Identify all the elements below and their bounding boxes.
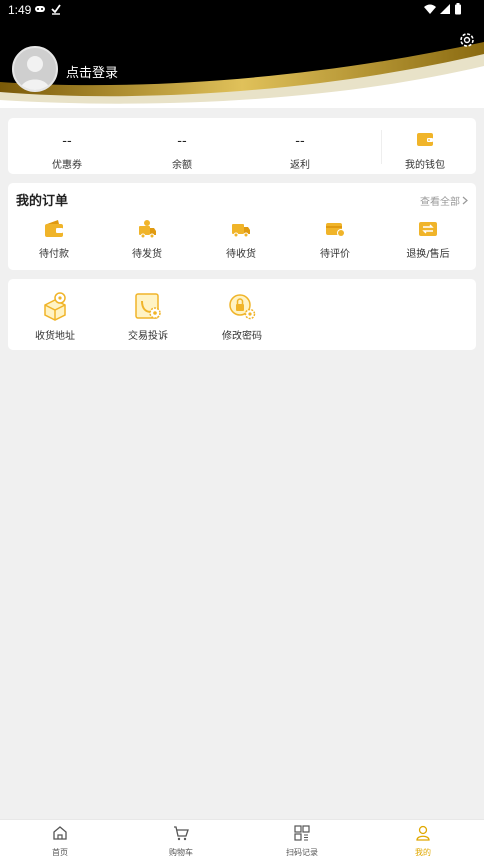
- check-icon: [51, 4, 61, 15]
- chevron-right-icon: [462, 196, 468, 205]
- shipping-address-label: 收货地址: [35, 331, 75, 342]
- tab-mine-label: 我的: [415, 848, 431, 857]
- order-pending-receipt-label: 待收货: [226, 249, 256, 260]
- address-icon: [44, 292, 66, 321]
- battery-icon: [455, 3, 461, 15]
- shipping-address-button[interactable]: 收货地址: [20, 289, 90, 345]
- rebate-label: 返利: [290, 160, 310, 171]
- delivery-icon: [139, 220, 156, 239]
- order-pending-payment-label: 待付款: [39, 249, 69, 260]
- tab-home[interactable]: 首页: [15, 820, 105, 860]
- user-icon: [416, 825, 430, 841]
- order-pending-payment[interactable]: 待付款: [18, 217, 90, 261]
- order-after-sales[interactable]: 退换/售后: [392, 217, 464, 261]
- coupon-stat[interactable]: -- 优惠券: [27, 118, 107, 174]
- tab-cart[interactable]: 购物车: [136, 820, 226, 860]
- order-pending-review-label: 待评价: [320, 249, 350, 260]
- review-icon: [326, 223, 345, 237]
- order-pending-shipment-label: 待发货: [132, 249, 162, 260]
- wifi-icon: [424, 4, 436, 14]
- login-link[interactable]: 点击登录: [66, 62, 118, 81]
- balance-value: --: [177, 134, 187, 149]
- exchange-icon: [419, 222, 437, 236]
- wallet-icon: [417, 133, 433, 146]
- bottom-tab-bar: 首页 购物车 扫码记录 我的: [0, 819, 484, 860]
- transaction-complaint-button[interactable]: 交易投诉: [113, 289, 183, 345]
- order-pending-shipment[interactable]: 待发货: [111, 217, 183, 261]
- rebate-stat[interactable]: -- 返利: [260, 118, 340, 174]
- balance-stat[interactable]: -- 余额: [142, 118, 222, 174]
- services-card: 收货地址 交易投诉 修改密码: [8, 279, 476, 350]
- avatar[interactable]: [12, 46, 58, 92]
- complaint-icon: [135, 293, 161, 319]
- wallet-icon: [45, 220, 63, 237]
- tab-scan-record-label: 扫码记录: [286, 848, 318, 857]
- coupon-label: 优惠券: [52, 160, 82, 171]
- view-all-label: 查看全部: [420, 197, 460, 208]
- coupon-value: --: [62, 134, 72, 149]
- profile-header: 点击登录: [0, 20, 484, 108]
- gamepad-icon: [35, 6, 45, 12]
- my-wallet-button[interactable]: 我的钱包: [390, 118, 460, 174]
- password-icon: [229, 294, 256, 320]
- default-avatar-icon: [20, 56, 50, 90]
- wallet-label: 我的钱包: [405, 160, 445, 171]
- rebate-value: --: [295, 134, 305, 149]
- change-password-button[interactable]: 修改密码: [207, 289, 277, 345]
- view-all-orders-link[interactable]: 查看全部: [420, 193, 468, 208]
- status-bar: 1:49: [0, 0, 484, 20]
- tab-home-label: 首页: [52, 848, 68, 857]
- tab-mine[interactable]: 我的: [378, 820, 468, 860]
- home-icon: [53, 826, 67, 840]
- my-orders-card: 我的订单 查看全部 待付款 待发货 待收货 待评价 退换/售后: [8, 183, 476, 270]
- cart-icon: [174, 826, 189, 841]
- truck-icon: [232, 224, 250, 238]
- scan-record-icon: [294, 825, 310, 841]
- account-stats-card: -- 优惠券 -- 余额 -- 返利 我的钱包: [8, 118, 476, 174]
- settings-button[interactable]: [458, 31, 476, 49]
- orders-title: 我的订单: [16, 194, 69, 209]
- change-password-label: 修改密码: [222, 331, 262, 342]
- balance-label: 余额: [172, 160, 192, 171]
- gear-icon: [460, 33, 474, 47]
- signal-icon: [440, 4, 450, 14]
- transaction-complaint-label: 交易投诉: [128, 331, 168, 342]
- tab-scan-record[interactable]: 扫码记录: [257, 820, 347, 860]
- tab-cart-label: 购物车: [169, 848, 193, 857]
- status-time: 1:49: [8, 3, 32, 17]
- stats-divider: [381, 130, 382, 164]
- order-after-sales-label: 退换/售后: [406, 249, 450, 260]
- order-pending-review[interactable]: 待评价: [299, 217, 371, 261]
- order-pending-receipt[interactable]: 待收货: [205, 217, 277, 261]
